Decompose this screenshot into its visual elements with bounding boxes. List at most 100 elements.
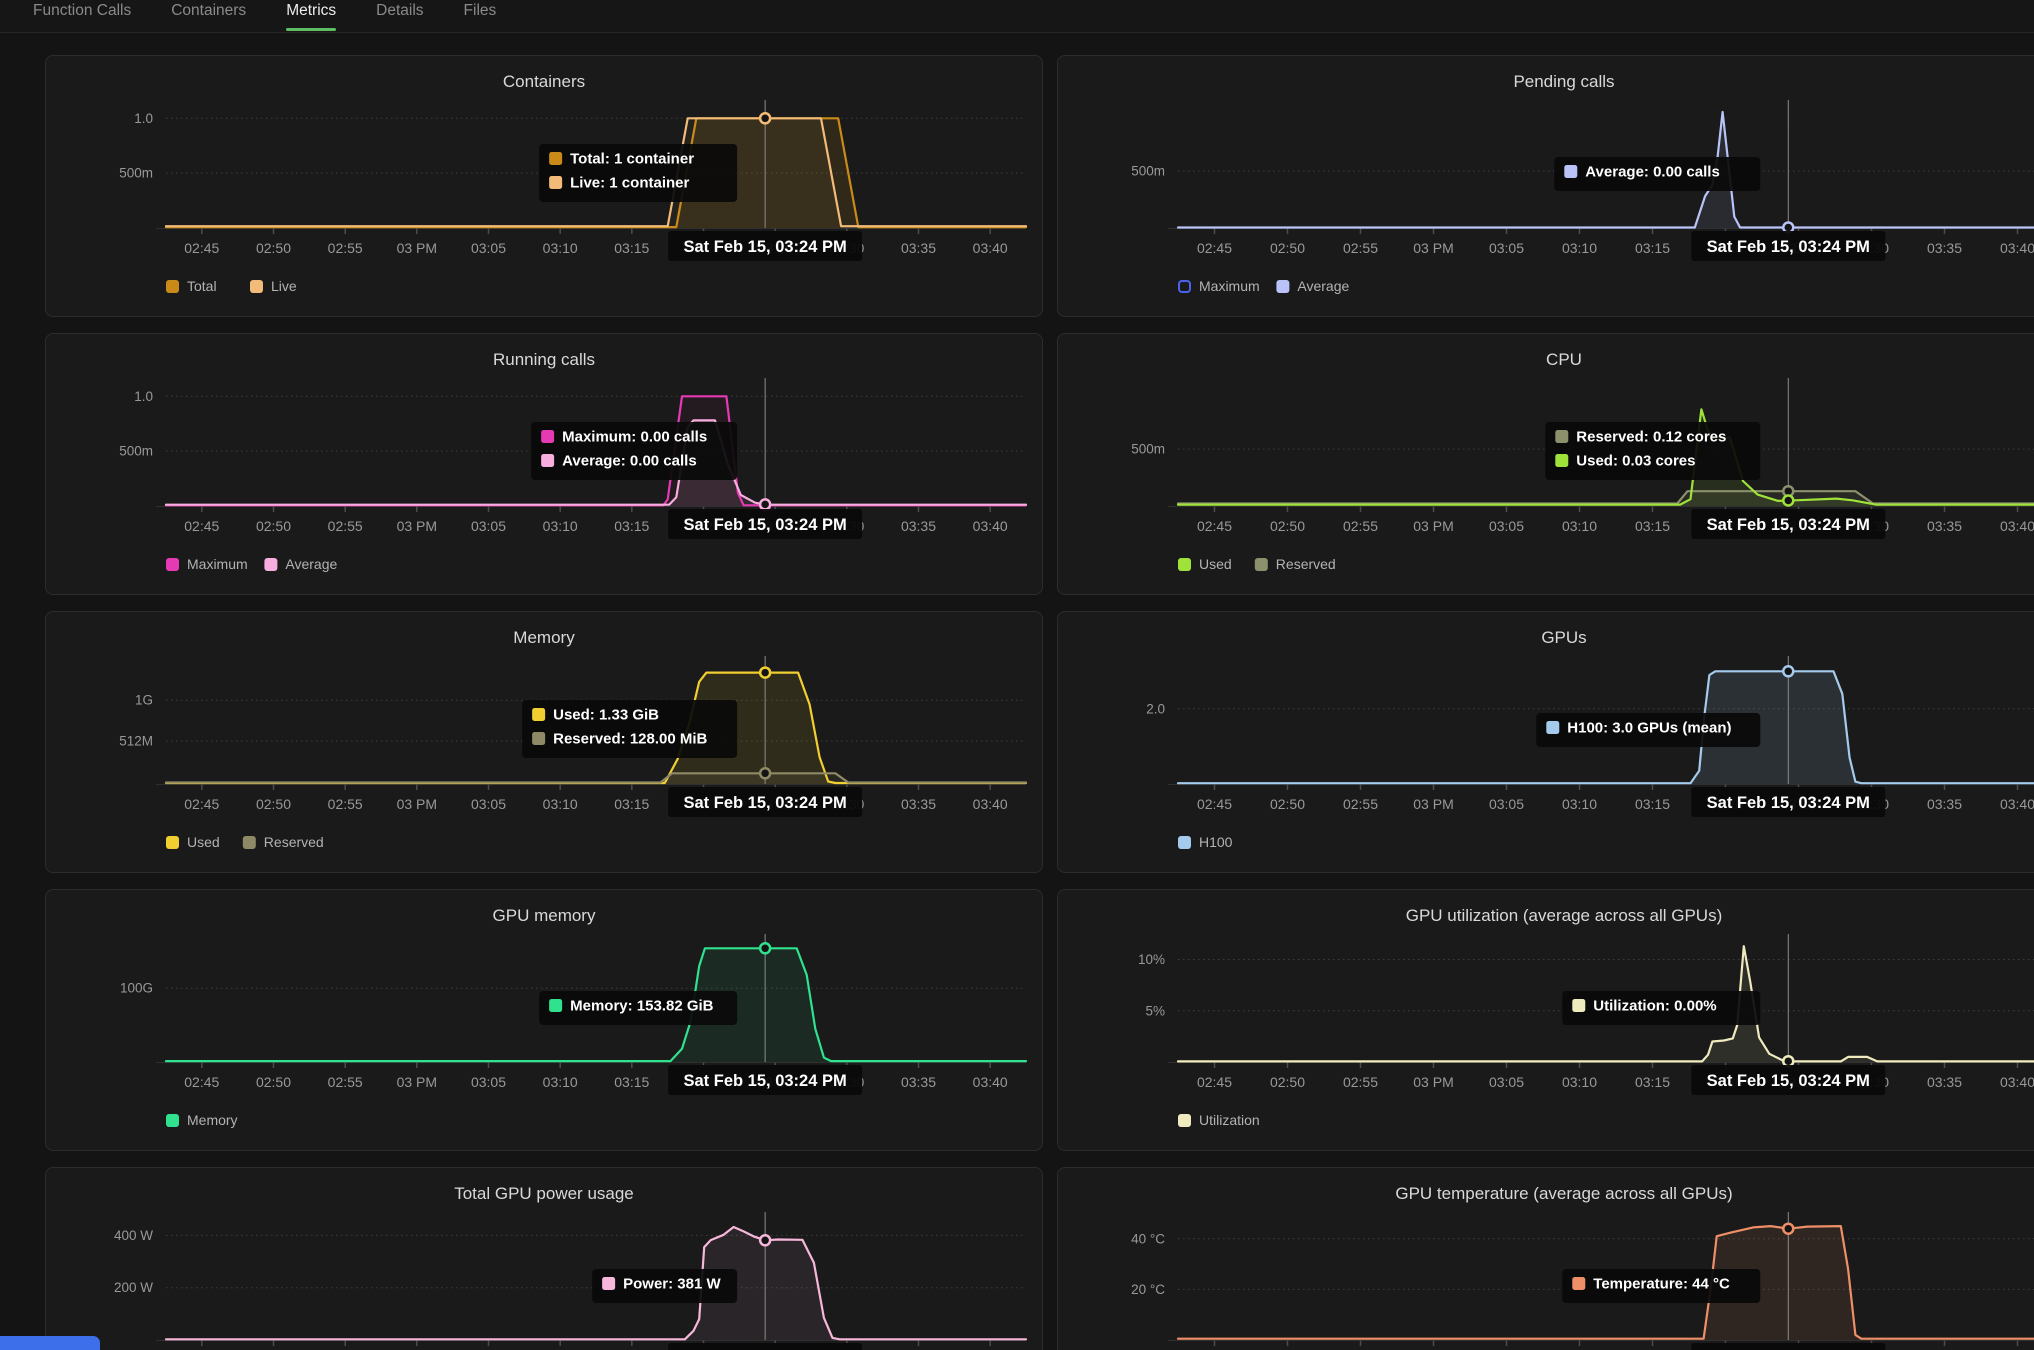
crosshair-marker-average (760, 499, 770, 509)
tooltip-series-value: H100: 3.0 GPUs (mean) (1567, 720, 1731, 737)
chart-canvas[interactable]: Memory1G512M02:4502:5002:5503 PM03:0503:… (46, 612, 1042, 873)
legend-swatch-h100 (1178, 836, 1191, 849)
x-axis-label: 03:10 (543, 240, 578, 256)
x-axis-label: 03:40 (2000, 240, 2034, 256)
crosshair-time-tooltip: Sat Feb 15, 03:24 PM (1691, 509, 1885, 539)
x-axis-label: 03:15 (614, 518, 649, 534)
legend-label-average: Average (1297, 278, 1349, 294)
x-axis-label: 02:50 (1270, 1074, 1305, 1090)
tooltip-series-value: Temperature: 44 °C (1593, 1276, 1730, 1293)
legend-label-maximum: Maximum (1199, 278, 1260, 294)
tooltip-series-value: Reserved: 128.00 MiB (553, 731, 707, 748)
tab-files[interactable]: Files (464, 0, 497, 33)
legend-item-reserved[interactable]: Reserved (243, 834, 324, 850)
x-axis-label: 02:55 (328, 1074, 363, 1090)
tab-label: Containers (171, 1, 246, 21)
tab-list: Function Calls Containers Metrics Details Fi… (0, 0, 2034, 33)
legend-item-memory[interactable]: Memory (166, 1112, 238, 1128)
chart-tooltip: Temperature: 44 °C (1562, 1269, 1760, 1303)
x-axis-label: 03:10 (1562, 518, 1597, 534)
chart-tooltip: Reserved: 0.12 coresUsed: 0.03 cores (1545, 422, 1760, 480)
y-axis-label: 2.0 (1146, 701, 1165, 716)
legend-item-used[interactable]: Used (166, 834, 220, 850)
x-axis-label: 03:15 (1635, 796, 1670, 812)
x-axis-label: 03:15 (614, 796, 649, 812)
legend-swatch-used (166, 836, 179, 849)
crosshair-time-tooltip: Sat Feb 15, 03:24 PM (668, 509, 862, 539)
x-axis-label: 03:35 (901, 796, 936, 812)
legend-item-average[interactable]: Average (264, 556, 337, 572)
legend-label-h100: H100 (1199, 834, 1233, 850)
chart-panel-total-gpu-power-usage: Total GPU power usage400 W200 W02:4502:5… (45, 1167, 1043, 1350)
chart-panel-pending-calls: Pending calls500m02:4502:5002:5503 PM03:… (1057, 55, 2034, 317)
y-axis-label: 500m (1131, 164, 1165, 179)
tab-metrics[interactable]: Metrics (286, 0, 336, 33)
tooltip-series-value: Reserved: 0.12 cores (1576, 429, 1726, 446)
x-axis-label: 03:05 (471, 518, 506, 534)
chart-canvas[interactable]: GPU memory100G02:4502:5002:5503 PM03:050… (46, 890, 1042, 1151)
chart-tooltip: Used: 1.33 GiBReserved: 128.00 MiB (522, 700, 737, 758)
x-axis-label: 03:35 (1927, 518, 1962, 534)
crosshair-time-label: Sat Feb 15, 03:24 PM (1707, 1072, 1870, 1090)
legend-swatch-utilization (1178, 1114, 1191, 1127)
chart-canvas[interactable]: GPU temperature (average across all GPUs… (1058, 1168, 2034, 1350)
chart-tooltip: Average: 0.00 calls (1554, 157, 1760, 191)
chart-panel-gpus: GPUs2.002:4502:5002:5503 PM03:0503:1003:… (1057, 611, 2034, 873)
x-axis-label: 03 PM (397, 796, 437, 812)
legend-label-used: Used (187, 834, 220, 850)
chart-canvas[interactable]: Total GPU power usage400 W200 W02:4502:5… (46, 1168, 1042, 1350)
legend-item-h100[interactable]: H100 (1178, 834, 1233, 850)
crosshair-marker-reserved (760, 768, 770, 778)
tooltip-series-value: Total: 1 container (570, 151, 694, 168)
tooltip-series-swatch (532, 732, 545, 745)
x-axis-label: 03:40 (973, 796, 1008, 812)
tab-details[interactable]: Details (376, 0, 423, 33)
tooltip-series-swatch (602, 1277, 615, 1290)
tab-function-calls[interactable]: Function Calls (33, 0, 131, 33)
legend-item-utilization[interactable]: Utilization (1178, 1112, 1260, 1128)
tooltip-series-swatch (532, 708, 545, 721)
crosshair-marker-utilization (1783, 1056, 1793, 1066)
crosshair-time-label: Sat Feb 15, 03:24 PM (684, 1072, 847, 1090)
y-axis-label: 5% (1145, 1003, 1165, 1018)
legend-item-average[interactable]: Average (1276, 278, 1349, 294)
legend-item-total[interactable]: Total (166, 278, 217, 294)
series-line-reserved (1178, 491, 2034, 503)
chart-canvas[interactable]: CPU500m02:4502:5002:5503 PM03:0503:1003:… (1058, 334, 2034, 595)
legend-swatch-average (1276, 280, 1289, 293)
chart-canvas[interactable]: Running calls1.0500m02:4502:5002:5503 PM… (46, 334, 1042, 595)
chart-canvas[interactable]: GPUs2.002:4502:5002:5503 PM03:0503:1003:… (1058, 612, 2034, 873)
crosshair-marker-used (1783, 496, 1793, 506)
legend-item-maximum[interactable]: Maximum (1179, 278, 1260, 294)
chart-title: Total GPU power usage (454, 1184, 634, 1203)
legend-swatch-live (250, 280, 263, 293)
x-axis-label: 02:45 (184, 796, 219, 812)
crosshair-time-label: Sat Feb 15, 03:24 PM (1707, 238, 1870, 256)
tooltip-series-swatch (541, 430, 554, 443)
x-axis-label: 03:15 (1635, 240, 1670, 256)
x-axis-label: 02:50 (256, 796, 291, 812)
chart-title: Memory (513, 628, 575, 647)
legend-item-reserved[interactable]: Reserved (1255, 556, 1336, 572)
x-axis-label: 03:05 (471, 1074, 506, 1090)
x-axis-label: 02:50 (256, 518, 291, 534)
legend-label-memory: Memory (187, 1112, 238, 1128)
crosshair-marker-live (760, 113, 770, 123)
legend-item-live[interactable]: Live (250, 278, 297, 294)
legend-item-used[interactable]: Used (1178, 556, 1232, 572)
x-axis-label: 03:05 (1489, 1074, 1524, 1090)
tab-containers[interactable]: Containers (171, 0, 246, 33)
x-axis-label: 03:05 (1489, 240, 1524, 256)
chart-canvas[interactable]: Pending calls500m02:4502:5002:5503 PM03:… (1058, 56, 2034, 317)
legend-item-maximum[interactable]: Maximum (166, 556, 248, 572)
x-axis-label: 02:45 (1197, 796, 1232, 812)
chart-title: GPU memory (493, 906, 596, 925)
y-axis-label: 500m (1131, 442, 1165, 457)
chart-canvas[interactable]: Containers1.0500m02:4502:5002:5503 PM03:… (46, 56, 1042, 317)
charts-grid: Containers1.0500m02:4502:5002:5503 PM03:… (45, 55, 2034, 1350)
chat-widget-peek[interactable] (0, 1336, 100, 1350)
series-line-reserved (166, 773, 1026, 782)
x-axis-label: 03 PM (1413, 518, 1453, 534)
chart-canvas[interactable]: GPU utilization (average across all GPUs… (1058, 890, 2034, 1151)
x-axis-label: 02:45 (1197, 1074, 1232, 1090)
